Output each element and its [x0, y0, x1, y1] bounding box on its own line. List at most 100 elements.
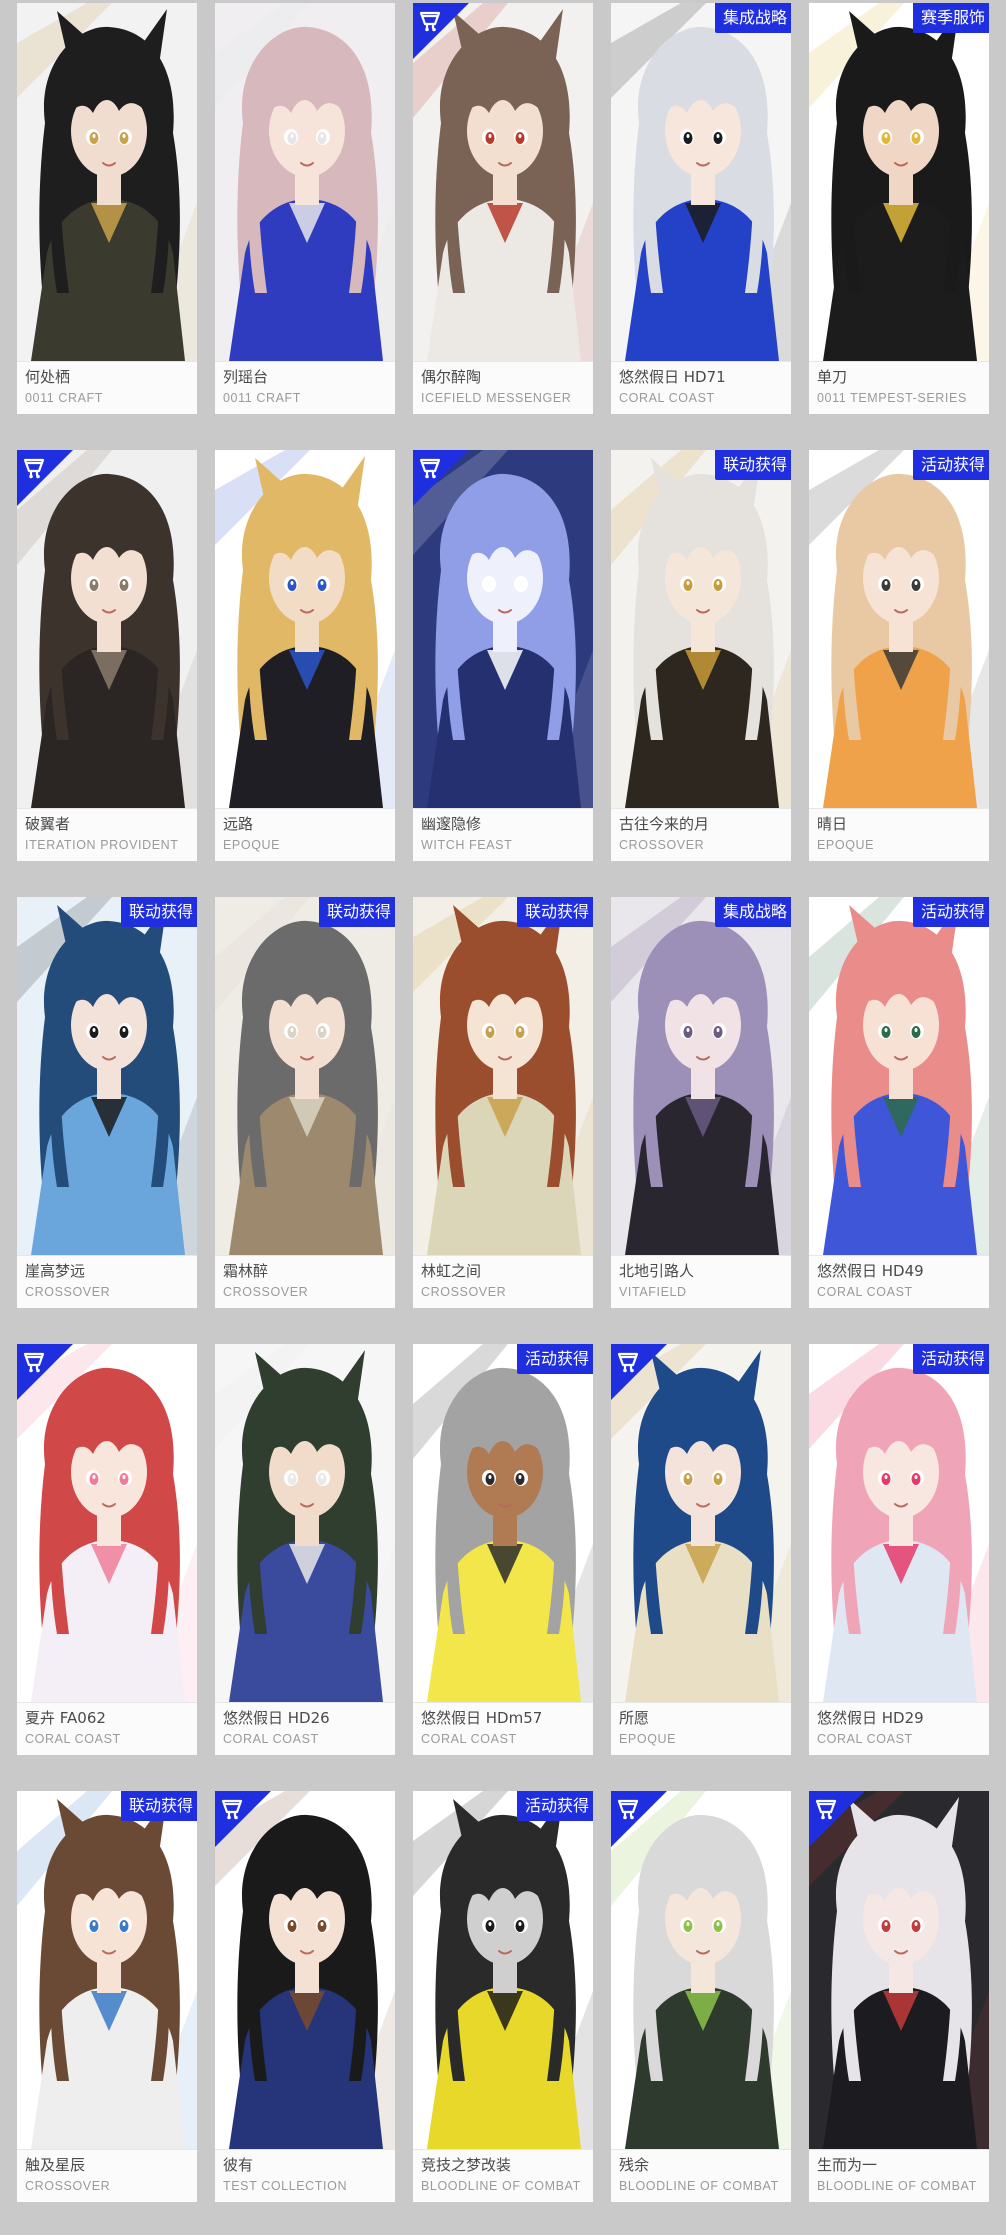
skin-series: BLOODLINE OF COMBAT [817, 2179, 977, 2193]
skin-card-4[interactable]: 集成战略 悠然假日 HD71 CORAL COAST [611, 3, 791, 414]
skin-card-1[interactable]: 何处栖 0011 CRAFT [17, 3, 197, 414]
skin-caption: 彼有 TEST COLLECTION [215, 2149, 395, 2202]
portrait-illustration [17, 1791, 197, 2149]
skin-series: TEST COLLECTION [223, 2179, 348, 2193]
skin-caption: 悠然假日 HD71 CORAL COAST [611, 361, 791, 414]
skin-caption: 悠然假日 HD29 CORAL COAST [809, 1702, 989, 1755]
skin-caption: 晴日 EPOQUE [809, 808, 989, 861]
skin-caption: 所愿 EPOQUE [611, 1702, 791, 1755]
skin-artwork [17, 897, 197, 1255]
skin-artwork [17, 1791, 197, 2149]
skin-card-12[interactable]: 联动获得 霜林醉 CROSSOVER [215, 897, 395, 1308]
skin-caption: 破翼者 ITERATION PROVIDENT [17, 808, 197, 861]
obtain-tag: 活动获得 [516, 1344, 593, 1374]
skin-artwork [17, 3, 197, 361]
shop-badge-icon [611, 1344, 667, 1400]
obtain-tag: 活动获得 [912, 897, 989, 927]
skin-card-6[interactable]: 破翼者 ITERATION PROVIDENT [17, 450, 197, 861]
skin-caption: 偶尔醉陶 ICEFIELD MESSENGER [413, 361, 593, 414]
skin-series: CROSSOVER [25, 2179, 111, 2193]
skin-card-2[interactable]: 列瑶台 0011 CRAFT [215, 3, 395, 414]
shop-badge-icon [215, 1791, 271, 1847]
skin-name: 所愿 [619, 1709, 650, 1727]
skin-series: ICEFIELD MESSENGER [421, 391, 572, 405]
skin-name: 远路 [223, 815, 254, 833]
skin-caption: 触及星辰 CROSSOVER [17, 2149, 197, 2202]
skin-name: 霜林醉 [223, 1262, 269, 1280]
skin-card-9[interactable]: 联动获得 古往今来的月 CROSSOVER [611, 450, 791, 861]
skin-card-11[interactable]: 联动获得 崖高梦远 CROSSOVER [17, 897, 197, 1308]
portrait-illustration [215, 450, 395, 808]
skin-card-15[interactable]: 活动获得 悠然假日 HD49 CORAL COAST [809, 897, 989, 1308]
skin-name: 列瑶台 [223, 368, 269, 386]
skin-card-19[interactable]: 所愿 EPOQUE [611, 1344, 791, 1755]
obtain-tag: 联动获得 [714, 450, 791, 480]
skin-caption: 幽邃隐修 WITCH FEAST [413, 808, 593, 861]
skin-card-23[interactable]: 活动获得 竞技之梦改装 BLOODLINE OF COMBAT [413, 1791, 593, 2202]
shop-badge-icon [17, 1344, 73, 1400]
skin-card-21[interactable]: 联动获得 触及星辰 CROSSOVER [17, 1791, 197, 2202]
skin-card-14[interactable]: 集成战略 北地引路人 VITAFIELD [611, 897, 791, 1308]
skin-card-3[interactable]: 偶尔醉陶 ICEFIELD MESSENGER [413, 3, 593, 414]
skin-card-13[interactable]: 联动获得 林虹之间 CROSSOVER [413, 897, 593, 1308]
portrait-illustration [17, 897, 197, 1255]
skin-caption: 崖高梦远 CROSSOVER [17, 1255, 197, 1308]
obtain-tag: 联动获得 [318, 897, 395, 927]
skin-name: 晴日 [817, 815, 848, 833]
skin-name: 偶尔醉陶 [421, 368, 482, 386]
skin-card-5[interactable]: 赛季服饰 单刀 0011 TEMPEST-SERIES [809, 3, 989, 414]
portrait-illustration [611, 3, 791, 361]
skin-series: CORAL COAST [619, 391, 715, 405]
skin-artwork [611, 3, 791, 361]
skin-name: 触及星辰 [25, 2156, 86, 2174]
skin-card-25[interactable]: 生而为一 BLOODLINE OF COMBAT [809, 1791, 989, 2202]
skin-series: CROSSOVER [223, 1285, 309, 1299]
skin-series: 0011 TEMPEST-SERIES [817, 391, 967, 405]
skin-card-18[interactable]: 活动获得 悠然假日 HDm57 CORAL COAST [413, 1344, 593, 1755]
portrait-illustration [809, 3, 989, 361]
skin-series: CROSSOVER [421, 1285, 507, 1299]
skin-artwork [413, 1344, 593, 1702]
skin-name: 悠然假日 HD29 [817, 1709, 924, 1727]
portrait-illustration [413, 1791, 593, 2149]
skin-caption: 林虹之间 CROSSOVER [413, 1255, 593, 1308]
portrait-illustration [413, 1344, 593, 1702]
skin-card-10[interactable]: 活动获得 晴日 EPOQUE [809, 450, 989, 861]
skin-card-17[interactable]: 悠然假日 HD26 CORAL COAST [215, 1344, 395, 1755]
portrait-illustration [809, 450, 989, 808]
skin-artwork [611, 897, 791, 1255]
skin-series: 0011 CRAFT [223, 391, 302, 405]
skin-series: CORAL COAST [817, 1285, 913, 1299]
skin-card-20[interactable]: 活动获得 悠然假日 HD29 CORAL COAST [809, 1344, 989, 1755]
skin-series: EPOQUE [817, 838, 875, 852]
skin-series: EPOQUE [223, 838, 281, 852]
skin-artwork [215, 3, 395, 361]
skin-artwork [413, 897, 593, 1255]
skin-artwork [215, 1344, 395, 1702]
obtain-tag: 联动获得 [120, 897, 197, 927]
skin-caption: 残余 BLOODLINE OF COMBAT [611, 2149, 791, 2202]
portrait-illustration [17, 3, 197, 361]
skin-series: EPOQUE [619, 1732, 677, 1746]
skin-name: 悠然假日 HDm57 [421, 1709, 543, 1727]
skin-card-8[interactable]: 幽邃隐修 WITCH FEAST [413, 450, 593, 861]
portrait-illustration [611, 897, 791, 1255]
skin-artwork [809, 3, 989, 361]
skin-name: 悠然假日 HD26 [223, 1709, 330, 1727]
skin-name: 悠然假日 HD71 [619, 368, 726, 386]
skin-card-22[interactable]: 彼有 TEST COLLECTION [215, 1791, 395, 2202]
portrait-illustration [809, 897, 989, 1255]
skin-artwork [413, 1791, 593, 2149]
obtain-tag: 联动获得 [120, 1791, 197, 1821]
skin-card-7[interactable]: 远路 EPOQUE [215, 450, 395, 861]
skin-card-24[interactable]: 残余 BLOODLINE OF COMBAT [611, 1791, 791, 2202]
skin-series: BLOODLINE OF COMBAT [619, 2179, 779, 2193]
shop-badge-icon [413, 3, 469, 59]
skin-card-16[interactable]: 夏卉 FA062 CORAL COAST [17, 1344, 197, 1755]
skin-artwork [215, 897, 395, 1255]
shop-badge-icon [611, 1791, 667, 1847]
skin-series: CORAL COAST [25, 1732, 121, 1746]
skin-artwork [611, 450, 791, 808]
skin-caption: 生而为一 BLOODLINE OF COMBAT [809, 2149, 989, 2202]
obtain-tag: 集成战略 [714, 3, 791, 33]
